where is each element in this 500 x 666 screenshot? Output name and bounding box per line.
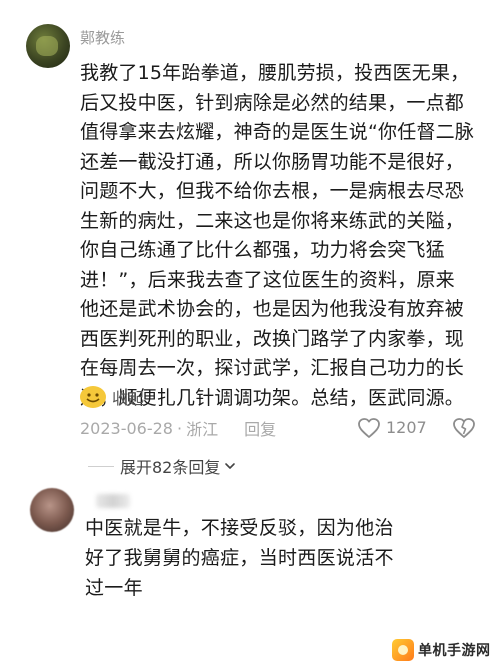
avatar[interactable] xyxy=(30,488,74,532)
site-logo-icon xyxy=(392,638,414,661)
comment-line: 好了我舅舅的癌症，当时西医说活不 xyxy=(85,547,394,569)
like-count: 1207 xyxy=(386,418,427,437)
avatar[interactable] xyxy=(26,24,70,68)
comment-line: 中医就是牛，不接受反驳，因为他治 xyxy=(85,517,394,539)
comment-location: 浙江 xyxy=(186,420,219,439)
comment-line: 过一年 xyxy=(85,577,143,599)
comment-line: 值得拿来去炫耀，神奇的是医生说“你任督二脉 xyxy=(80,121,475,143)
comment-line: 你自己练通了比什么都强，功力将会突飞猛 xyxy=(80,239,445,261)
meta-separator: · xyxy=(176,418,183,438)
comment-line: 生新的病灶，二来这也是你将来练武的关隘， xyxy=(80,209,465,232)
comment-1: 鄚教练 我教了15年跆拳道，腰肌劳损，投西医无果， 后又投中医，针到病除是必然的… xyxy=(0,18,500,446)
expand-replies-button[interactable]: 展开82条回复 xyxy=(88,454,236,478)
username[interactable]: 鄚教练 xyxy=(80,27,125,48)
broken-heart-icon[interactable] xyxy=(452,417,476,439)
watermark: 单机手游网 xyxy=(392,633,500,666)
collapse-label: 收起 xyxy=(112,389,145,408)
collapse-button[interactable]: 收起 xyxy=(80,385,144,409)
blurred-username xyxy=(96,494,130,508)
comment-2: 中医就是牛，不接受反驳，因为他治 好了我舅舅的癌症，当时西医说活不 过一年 xyxy=(0,486,500,616)
comment-line: 他还是武术协会的，也是因为他我没有放弃被 xyxy=(80,298,465,320)
comment-line: 西医判死刑的职业，改换门路学了内家拳，现 xyxy=(80,327,465,350)
comment-body: 我教了15年跆拳道，腰肌劳损，投西医无果， 后又投中医，针到病除是必然的结果，一… xyxy=(80,59,480,413)
comment-line: 还差一截没打通，所以你肠胃功能不是很好， xyxy=(80,150,465,173)
reply-button[interactable]: 回复 xyxy=(244,416,276,440)
comment-line: 进！”，后来我去查了这位医生的资料，原来 xyxy=(80,268,455,291)
expand-replies-label: 展开82条回复 xyxy=(120,458,221,477)
divider xyxy=(88,465,114,467)
comment-meta: 2023-06-28 · 浙江 回复 1207 xyxy=(80,416,480,440)
comment-line: 我教了15年跆拳道，腰肌劳损，投西医无果， xyxy=(80,62,470,84)
comment-body: 中医就是牛，不接受反驳，因为他治 好了我舅舅的癌症，当时西医说活不 过一年 xyxy=(85,513,445,603)
heart-icon[interactable] xyxy=(357,417,381,439)
comment-date: 2023-06-28 xyxy=(80,418,173,438)
comment-line: 在每周去一次，探讨武学，汇报自己功力的长 xyxy=(80,357,465,379)
comment-line: 问题不大，但我不给你去根，一是病根去尽恐 xyxy=(80,180,465,202)
grin-emoji-icon xyxy=(80,386,106,408)
comment-line: 后又投中医，针到病除是必然的结果，一点都 xyxy=(80,91,465,114)
chevron-down-icon xyxy=(225,463,236,469)
watermark-text: 单机手游网 xyxy=(418,642,491,659)
